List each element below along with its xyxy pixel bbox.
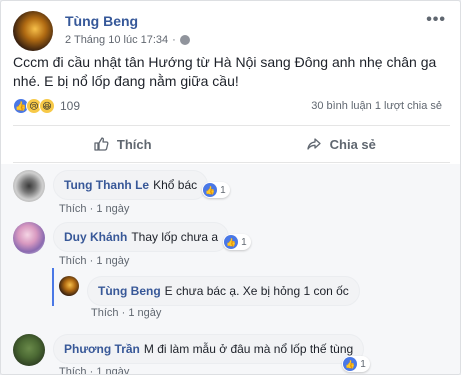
comment-item: Duy Khánh Thay lốp chưa a 👍 1 <box>13 222 251 254</box>
comment-time[interactable]: 1 ngày <box>96 255 129 267</box>
post-stats: 30 bình luận 1 lượt chia sẻ <box>311 100 442 112</box>
comment-actions: Thích · 1 ngày <box>59 255 130 267</box>
comment-like-link[interactable]: Thích <box>59 255 87 267</box>
reply-text: E chưa bác ạ. Xe bị hỏng 1 con ốc <box>164 284 349 298</box>
share-button-label: Chia sẻ <box>329 136 376 152</box>
post-timestamp[interactable]: 2 Tháng 10 lúc 17:34 <box>65 34 168 46</box>
comment-bubble: Duy Khánh Thay lốp chưa a <box>53 222 230 252</box>
comment-text: M đi làm mẫu ở đâu mà nổ lốp thế tùng <box>143 342 354 356</box>
like-reaction-icon: 👍 <box>203 183 218 197</box>
reply-time[interactable]: 1 ngày <box>128 307 161 319</box>
comment-like-count: 1 <box>241 236 247 248</box>
comment-like-count: 1 <box>360 358 366 370</box>
share-button[interactable]: Chia sẻ <box>232 126 451 162</box>
reply-item: Tùng Beng E chưa bác ạ. Xe bị hỏng 1 con … <box>59 276 360 306</box>
post-card: Tùng Beng 2 Tháng 10 lúc 17:34 · ••• Ccc… <box>0 0 461 375</box>
share-count[interactable]: 1 lượt chia sẻ <box>375 100 442 112</box>
post-action-bar: Thích Chia sẻ <box>13 125 450 163</box>
comment-time[interactable]: 1 ngày <box>96 366 129 374</box>
reply-like-link[interactable]: Thích <box>91 307 119 319</box>
comment-like-badge[interactable]: 👍 1 <box>223 234 251 250</box>
comment-text: Thay lốp chưa a <box>131 230 219 244</box>
comment-actions: Thích · 1 ngày <box>59 203 130 215</box>
commenter-avatar[interactable] <box>13 170 45 202</box>
comment-like-link[interactable]: Thích <box>59 203 87 215</box>
reply-bubble: Tùng Beng E chưa bác ạ. Xe bị hỏng 1 con … <box>87 276 360 306</box>
post-text: Cccm đi cầu nhật tân Hướng từ Hà Nội san… <box>13 54 437 89</box>
comment-bubble: Tung Thanh Le Khổ bác <box>53 170 209 200</box>
reaction-count: 109 <box>60 99 81 113</box>
comments-section: Tung Thanh Le Khổ bác 👍 1 Thích · 1 ngày … <box>1 164 460 374</box>
comment-like-link[interactable]: Thích <box>59 366 87 374</box>
comment-bubble: Phương Trần M đi làm mẫu ở đâu mà nổ lốp … <box>53 334 365 364</box>
globe-icon <box>179 35 190 45</box>
like-reaction-icon: 👍 <box>343 357 358 371</box>
commenter-name[interactable]: Tung Thanh Le <box>64 178 149 192</box>
author-avatar[interactable] <box>13 11 53 51</box>
thumbs-up-icon <box>94 137 109 151</box>
post-author-name[interactable]: Tùng Beng <box>65 13 190 29</box>
reply-indicator-line <box>52 268 54 306</box>
comment-text: Khổ bác <box>153 178 198 192</box>
comment-like-badge[interactable]: 👍 1 <box>202 182 230 198</box>
reaction-summary[interactable]: 👍 😢 😆 109 <box>13 98 80 114</box>
commenter-name[interactable]: Duy Khánh <box>64 230 127 244</box>
commenter-name[interactable]: Phương Trần <box>64 342 140 356</box>
like-button[interactable]: Thích <box>13 126 232 162</box>
commenter-avatar[interactable] <box>13 334 45 366</box>
haha-reaction-icon: 😆 <box>39 98 55 114</box>
comment-like-count: 1 <box>220 184 226 196</box>
commenter-avatar[interactable] <box>13 222 45 254</box>
post-header: Tùng Beng 2 Tháng 10 lúc 17:34 · <box>13 11 190 51</box>
like-button-label: Thích <box>116 136 152 152</box>
post-header-text: Tùng Beng 2 Tháng 10 lúc 17:34 · <box>65 13 190 46</box>
comment-item: Tung Thanh Le Khổ bác 👍 1 <box>13 170 230 202</box>
share-arrow-icon <box>306 138 321 150</box>
replier-name[interactable]: Tùng Beng <box>98 284 161 298</box>
like-reaction-icon: 👍 <box>224 235 239 249</box>
replier-avatar[interactable] <box>59 276 79 296</box>
more-options-icon[interactable]: ••• <box>426 11 446 29</box>
comment-actions: Thích · 1 ngày <box>59 366 129 374</box>
reply-actions: Thích · 1 ngày <box>91 307 162 319</box>
comment-count[interactable]: 30 bình luận <box>311 100 372 112</box>
comment-time[interactable]: 1 ngày <box>96 203 129 215</box>
post-meta: 2 Tháng 10 lúc 17:34 · <box>65 34 190 46</box>
comment-like-badge[interactable]: 👍 1 <box>342 356 370 372</box>
